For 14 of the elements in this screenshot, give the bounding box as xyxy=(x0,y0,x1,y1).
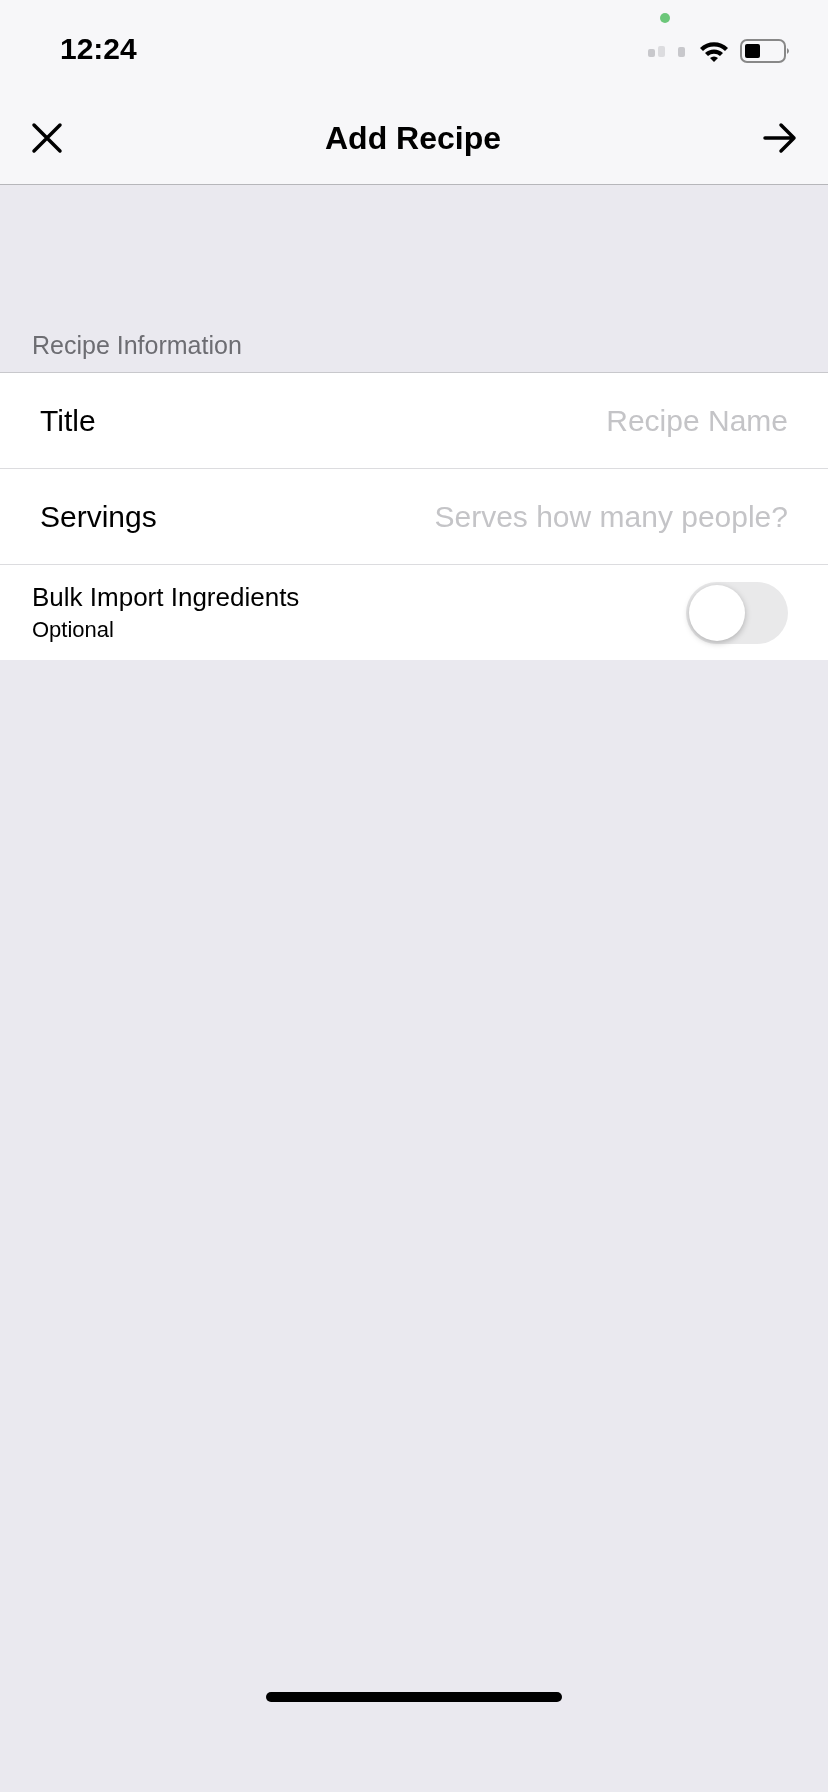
input-field[interactable]: Recipe Name xyxy=(328,403,788,438)
signal-icon xyxy=(648,44,688,58)
battery-icon xyxy=(740,38,792,64)
field-label: Title xyxy=(40,403,96,438)
toggle-switch[interactable] xyxy=(686,581,788,644)
screen-title: Add Recipe xyxy=(325,119,501,157)
section-header: Recipe Information xyxy=(31,331,243,361)
privacy-dot-icon xyxy=(660,13,670,23)
input-field[interactable]: Serves how many people? xyxy=(328,499,788,534)
toggle-label: Bulk Import Ingredients xyxy=(32,582,300,613)
field-label: Servings xyxy=(40,499,157,534)
wifi-icon xyxy=(698,39,730,63)
status-time: 12:24 xyxy=(60,32,137,66)
toggle-subtitle: Optional xyxy=(32,617,115,643)
